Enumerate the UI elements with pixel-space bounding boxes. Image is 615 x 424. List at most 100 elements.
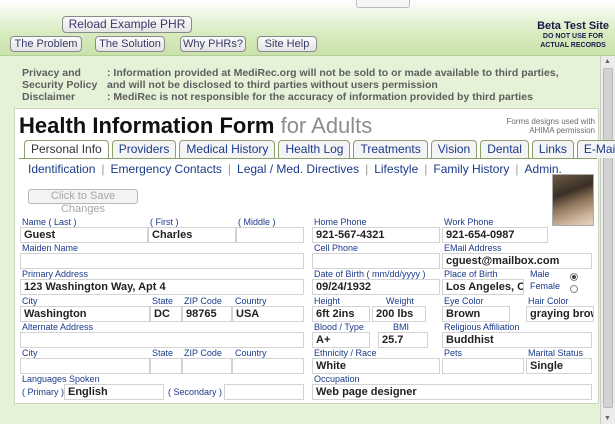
alt-state-label: State bbox=[152, 348, 174, 358]
tab-treatments[interactable]: Treatments bbox=[353, 140, 428, 158]
primary-address-field[interactable]: 123 Washington Way, Apt 4 bbox=[20, 279, 304, 295]
subnav: Identification | Emergency Contacts | Legal … bbox=[28, 162, 562, 176]
notice-key: Privacy and bbox=[22, 67, 81, 79]
subnav-separator: | bbox=[227, 162, 232, 176]
primary-language-field[interactable]: English bbox=[64, 384, 164, 400]
work-phone-label: Work Phone bbox=[444, 217, 494, 227]
subnav-lifestyle[interactable]: Lifestyle bbox=[374, 162, 418, 176]
dob-label: Date of Birth ( mm/dd/yyyy ) bbox=[314, 269, 426, 279]
vertical-scrollbar[interactable]: ▲ ▼ bbox=[600, 56, 615, 424]
pets-label: Pets bbox=[444, 348, 463, 358]
save-changes-button[interactable]: Click to Save Changes bbox=[28, 189, 138, 215]
height-label: Height bbox=[314, 296, 341, 306]
bmi-field[interactable]: 25.7 bbox=[378, 332, 428, 348]
hair-color-label: Hair Color bbox=[528, 296, 569, 306]
marital-status-label: Marital Status bbox=[528, 348, 584, 358]
cell-phone-field[interactable] bbox=[312, 253, 440, 269]
work-phone-field[interactable]: 921-654-0987 bbox=[442, 227, 548, 243]
tab-providers[interactable]: Providers bbox=[111, 140, 177, 158]
alt-zip-field[interactable] bbox=[182, 358, 232, 374]
subnav-separator: | bbox=[424, 162, 428, 176]
alternate-address-label: Alternate Address bbox=[22, 322, 94, 332]
subnav-identification[interactable]: Identification bbox=[28, 162, 95, 176]
alt-zip-label: ZIP Code bbox=[184, 348, 222, 358]
ethnicity-field[interactable]: White bbox=[312, 358, 440, 374]
tab-dental[interactable]: Dental bbox=[480, 140, 529, 158]
state-label: State bbox=[152, 296, 174, 306]
alt-state-field[interactable] bbox=[150, 358, 182, 374]
middle-name-field[interactable] bbox=[236, 227, 304, 243]
dob-field[interactable]: 09/24/1932 bbox=[312, 279, 440, 295]
tab-email[interactable]: E-Mail bbox=[576, 140, 615, 158]
first-name-field[interactable]: Charles bbox=[148, 227, 236, 243]
scroll-thumb[interactable] bbox=[603, 68, 613, 408]
scroll-down-icon[interactable]: ▼ bbox=[604, 415, 611, 422]
tab-divider bbox=[19, 158, 597, 159]
alt-country-field[interactable] bbox=[232, 358, 304, 374]
disclaimer-notice: Disclaimer : MediRec is not responsible f… bbox=[22, 91, 533, 103]
first-name-label: ( First ) bbox=[150, 217, 179, 227]
subnav-legal-directives[interactable]: Legal / Med. Directives bbox=[237, 162, 359, 176]
form-title: Health Information Form bbox=[19, 113, 275, 138]
tab-bar: Personal Info Providers Medical History … bbox=[24, 140, 615, 159]
place-of-birth-label: Place of Birth bbox=[444, 269, 498, 279]
primary-language-label: ( Primary ) bbox=[22, 387, 64, 397]
the-problem-button[interactable]: The Problem bbox=[10, 36, 82, 52]
alternate-address-field[interactable] bbox=[20, 332, 304, 348]
state-field[interactable]: DC bbox=[150, 306, 182, 322]
country-field[interactable]: USA bbox=[232, 306, 304, 322]
occupation-field[interactable]: Web page designer bbox=[312, 384, 592, 400]
privacy-notice: Privacy and: Information provided at Med… bbox=[22, 67, 559, 79]
tab-medical-history[interactable]: Medical History bbox=[179, 140, 276, 158]
tab-links[interactable]: Links bbox=[531, 140, 574, 158]
last-name-field[interactable]: Guest bbox=[20, 227, 148, 243]
female-radio[interactable] bbox=[570, 285, 578, 293]
subnav-emergency-contacts[interactable]: Emergency Contacts bbox=[111, 162, 222, 176]
maiden-name-field[interactable] bbox=[20, 253, 304, 269]
height-field[interactable]: 6ft 2ins bbox=[312, 306, 370, 322]
home-phone-field[interactable]: 921-567-4321 bbox=[312, 227, 440, 243]
weight-field[interactable]: 200 lbs bbox=[372, 306, 426, 322]
eye-color-field[interactable]: Brown bbox=[442, 306, 510, 322]
the-solution-button[interactable]: The Solution bbox=[95, 36, 165, 52]
male-radio[interactable] bbox=[570, 273, 578, 281]
primary-address-label: Primary Address bbox=[22, 269, 89, 279]
hair-color-field[interactable]: graying brow bbox=[526, 306, 594, 322]
security-notice: Security Policy and will not be disclosed… bbox=[22, 79, 438, 91]
subnav-separator: | bbox=[365, 162, 369, 176]
why-phrs-button[interactable]: Why PHRs? bbox=[180, 36, 246, 52]
languages-label: Languages Spoken bbox=[22, 374, 100, 384]
weight-label: Weight bbox=[386, 296, 414, 306]
pets-field[interactable] bbox=[442, 358, 524, 374]
tab-vision[interactable]: Vision bbox=[430, 140, 478, 158]
notice-text: and will not be disclosed to third parti… bbox=[107, 79, 438, 91]
bmi-label: BMI bbox=[393, 322, 410, 332]
secondary-language-field[interactable] bbox=[224, 384, 304, 400]
notice-text: : MediRec is not responsible for the acc… bbox=[107, 91, 533, 103]
marital-status-field[interactable]: Single bbox=[526, 358, 592, 374]
notice-key: Security Policy bbox=[22, 79, 98, 91]
beta-line-1: DO NOT USE FOR bbox=[542, 33, 604, 40]
patient-photo bbox=[552, 174, 594, 226]
form-subtitle: for Adults bbox=[280, 113, 373, 138]
scroll-up-icon[interactable]: ▲ bbox=[604, 58, 611, 65]
city-field[interactable]: Washington bbox=[20, 306, 150, 322]
tab-health-log[interactable]: Health Log bbox=[278, 140, 351, 158]
notice-key: Disclaimer bbox=[22, 91, 76, 103]
maiden-name-label: Maiden Name bbox=[22, 243, 79, 253]
place-of-birth-field[interactable]: Los Angeles, C bbox=[442, 279, 524, 295]
tab-personal-info[interactable]: Personal Info bbox=[24, 140, 109, 159]
reload-example-button[interactable]: Reload Example PHR bbox=[62, 16, 192, 33]
site-help-button[interactable]: Site Help bbox=[257, 36, 317, 52]
city-label: City bbox=[22, 296, 38, 306]
zip-field[interactable]: 98765 bbox=[182, 306, 232, 322]
alt-city-field[interactable] bbox=[20, 358, 150, 374]
subnav-family-history[interactable]: Family History bbox=[433, 162, 509, 176]
blood-type-field[interactable]: A+ bbox=[312, 332, 370, 348]
email-field[interactable]: cguest@mailbox.com bbox=[442, 253, 592, 269]
religious-field[interactable]: Buddhist bbox=[442, 332, 592, 348]
top-tab-stub bbox=[356, 0, 410, 8]
beta-title: Beta Test Site bbox=[537, 20, 609, 32]
page-title: Health Information Form for Adults bbox=[19, 113, 372, 139]
country-label: Country bbox=[235, 296, 267, 306]
